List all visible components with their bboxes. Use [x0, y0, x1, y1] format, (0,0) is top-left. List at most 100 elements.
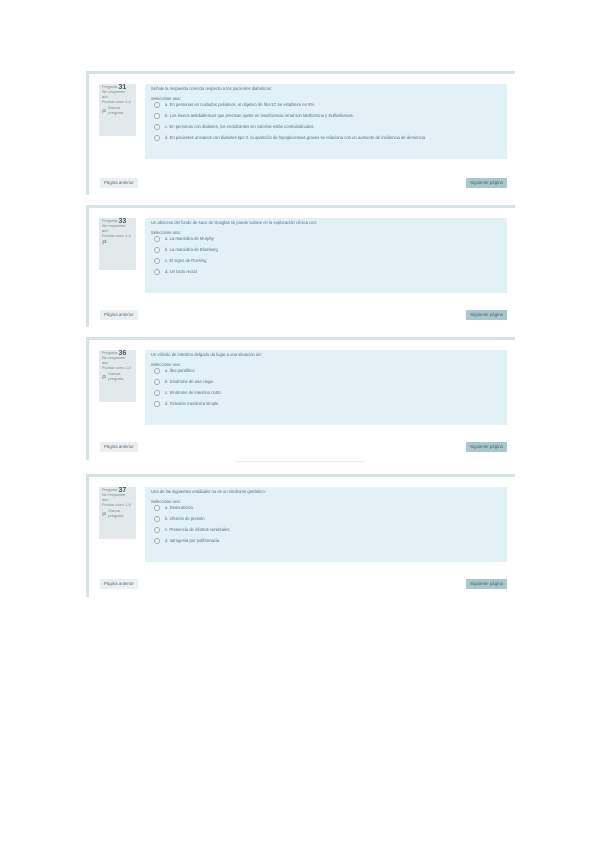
option-label: d. Un tacto rectal	[165, 269, 197, 275]
question-card-31: Pregunta 31 Sin responder aún Puntúa com…	[86, 71, 515, 195]
score-label: Puntúa como 1,0	[102, 366, 131, 370]
next-page-button[interactable]: Siguiente página	[466, 178, 507, 188]
option-label: a. Desnutrición	[165, 505, 193, 511]
option-label: d. En pacientes ancianos con diabetes ti…	[165, 135, 426, 141]
radio-button[interactable]	[154, 505, 160, 512]
option-label: a. En personas en cuidados paliativos, e…	[165, 102, 316, 108]
radio-button[interactable]	[154, 516, 160, 523]
answer-option-d[interactable]: d. En pacientes ancianos con diabetes ti…	[151, 134, 502, 141]
option-label: a. La maniobra de Murphy	[165, 236, 214, 242]
answer-option-a[interactable]: a. Íleo paralítico	[151, 368, 502, 375]
unanswered-status: Sin responder aún	[102, 493, 126, 502]
question-card-33: Pregunta 33 Sin responder aún Puntúa com…	[86, 205, 515, 327]
question-text: Señale la respuesta correcta respecto a …	[151, 86, 272, 91]
radio-button[interactable]	[154, 247, 160, 254]
flag-question-label: Marcar pregunta	[108, 106, 124, 115]
flag-question-label: Marcar pregunta	[108, 509, 124, 518]
question-prefix: Pregunta	[102, 85, 118, 89]
answer-option-a[interactable]: a. En personas en cuidados paliativos, e…	[151, 102, 502, 109]
option-label: a. Íleo paralítico	[165, 368, 195, 374]
radio-button[interactable]	[154, 123, 160, 130]
option-label: b. Úlceras de presión	[165, 516, 205, 522]
question-content: Una de las siguientes entidades no es un…	[145, 487, 507, 562]
option-label: d. Oclusión mecánica simple	[165, 401, 219, 407]
score-label: Puntúa como 1,0	[102, 234, 131, 238]
previous-page-button[interactable]: Página anterior	[100, 178, 138, 188]
question-prefix: Pregunta	[102, 219, 118, 223]
question-content: Señale la respuesta correcta respecto a …	[145, 84, 507, 159]
answer-option-c[interactable]: c. Presencia de infartos cerebrales	[151, 526, 502, 533]
flag-icon	[102, 108, 107, 113]
question-info-panel: Pregunta 31 Sin responder aún Puntúa com…	[99, 84, 136, 136]
question-card-37: Pregunta 37 Sin responder aún Puntúa com…	[86, 474, 515, 597]
previous-page-button[interactable]: Página anterior	[100, 310, 138, 320]
flag-question-button[interactable]: Marcar pregunta	[102, 106, 133, 116]
select-one-label: Seleccione una:	[151, 361, 181, 367]
next-page-button[interactable]: Siguiente página	[466, 442, 507, 452]
unanswered-status: Sin responder aún	[102, 356, 126, 365]
option-label: b. Síndrome de asa ciega	[165, 379, 213, 385]
question-prefix: Pregunta	[102, 351, 118, 355]
radio-button[interactable]	[154, 134, 160, 141]
question-text: Un vólvulo de intestino delgado da lugar…	[151, 352, 262, 357]
score-label: Puntúa como 1,0	[102, 100, 131, 104]
flag-question-button[interactable]: Marcar pregunta	[102, 372, 133, 382]
flag-icon	[102, 511, 107, 516]
option-label: b. La maniobra de Blumberg	[165, 247, 218, 253]
option-label: b. Los iseecs antidiabeticos que precisa…	[165, 113, 354, 119]
select-one-label: Seleccione una:	[151, 95, 181, 101]
question-content: Un absceso del fondo de saco de Douglas …	[145, 218, 507, 293]
previous-page-button[interactable]: Página anterior	[100, 579, 138, 589]
radio-button[interactable]	[154, 368, 160, 375]
radio-button[interactable]	[154, 268, 160, 275]
unanswered-status: Sin responder aún	[102, 224, 126, 233]
radio-button[interactable]	[154, 102, 160, 109]
answer-option-b[interactable]: b. Los iseecs antidiabeticos que precisa…	[151, 113, 502, 120]
radio-button[interactable]	[154, 257, 160, 264]
answer-option-b[interactable]: b. Úlceras de presión	[151, 516, 502, 523]
radio-button[interactable]	[154, 113, 160, 120]
score-label: Puntúa como 1,0	[102, 503, 131, 507]
option-label: d. Iatrogenia por polifarmacia	[165, 538, 220, 544]
answer-option-b[interactable]: b. La maniobra de Blumberg	[151, 247, 502, 254]
question-prefix: Pregunta	[102, 488, 118, 492]
next-page-button[interactable]: Siguiente página	[466, 579, 507, 589]
section-divider	[236, 461, 364, 462]
radio-button[interactable]	[154, 400, 160, 407]
flag-question-button[interactable]	[102, 240, 133, 245]
question-info-panel: Pregunta 36 Sin responder aún Puntúa com…	[99, 350, 136, 402]
answer-option-b[interactable]: b. Síndrome de asa ciega	[151, 379, 502, 386]
question-info-panel: Pregunta 33 Sin responder aún Puntúa com…	[99, 218, 136, 270]
radio-button[interactable]	[154, 236, 160, 243]
question-content: Un vólvulo de intestino delgado da lugar…	[145, 350, 507, 425]
option-label: c. El signo de Rovsing	[165, 258, 207, 264]
radio-button[interactable]	[154, 537, 160, 544]
radio-button[interactable]	[154, 526, 160, 533]
select-one-label: Seleccione una:	[151, 229, 181, 235]
answer-option-c[interactable]: c. El signo de Rovsing	[151, 257, 502, 264]
question-card-36: Pregunta 36 Sin responder aún Puntúa com…	[86, 337, 515, 460]
answer-option-a[interactable]: a. La maniobra de Murphy	[151, 236, 502, 243]
answer-option-d[interactable]: d. Iatrogenia por polifarmacia	[151, 537, 502, 544]
flag-question-button[interactable]: Marcar pregunta	[102, 509, 133, 519]
option-label: c. Síndrome de intestino corto	[165, 390, 221, 396]
next-page-button[interactable]: Siguiente página	[466, 310, 507, 320]
radio-button[interactable]	[154, 389, 160, 396]
answer-option-c[interactable]: c. En personas con diabetes, los endulza…	[151, 123, 502, 130]
question-text: Un absceso del fondo de saco de Douglas …	[151, 220, 317, 225]
answer-option-c[interactable]: c. Síndrome de intestino corto	[151, 389, 502, 396]
flag-icon	[102, 374, 107, 379]
option-label: c. En personas con diabetes, los endulza…	[165, 124, 315, 130]
question-text: Una de las siguientes entidades no es un…	[151, 489, 266, 494]
unanswered-status: Sin responder aún	[102, 90, 126, 99]
flag-question-label: Marcar pregunta	[108, 372, 124, 381]
answer-option-d[interactable]: d. Oclusión mecánica simple	[151, 400, 502, 407]
select-one-label: Seleccione una:	[151, 498, 181, 504]
flag-icon	[102, 240, 107, 245]
radio-button[interactable]	[154, 379, 160, 386]
option-label: c. Presencia de infartos cerebrales	[165, 527, 230, 533]
answer-option-a[interactable]: a. Desnutrición	[151, 505, 502, 512]
question-info-panel: Pregunta 37 Sin responder aún Puntúa com…	[99, 487, 136, 539]
answer-option-d[interactable]: d. Un tacto rectal	[151, 268, 502, 275]
previous-page-button[interactable]: Página anterior	[100, 442, 138, 452]
